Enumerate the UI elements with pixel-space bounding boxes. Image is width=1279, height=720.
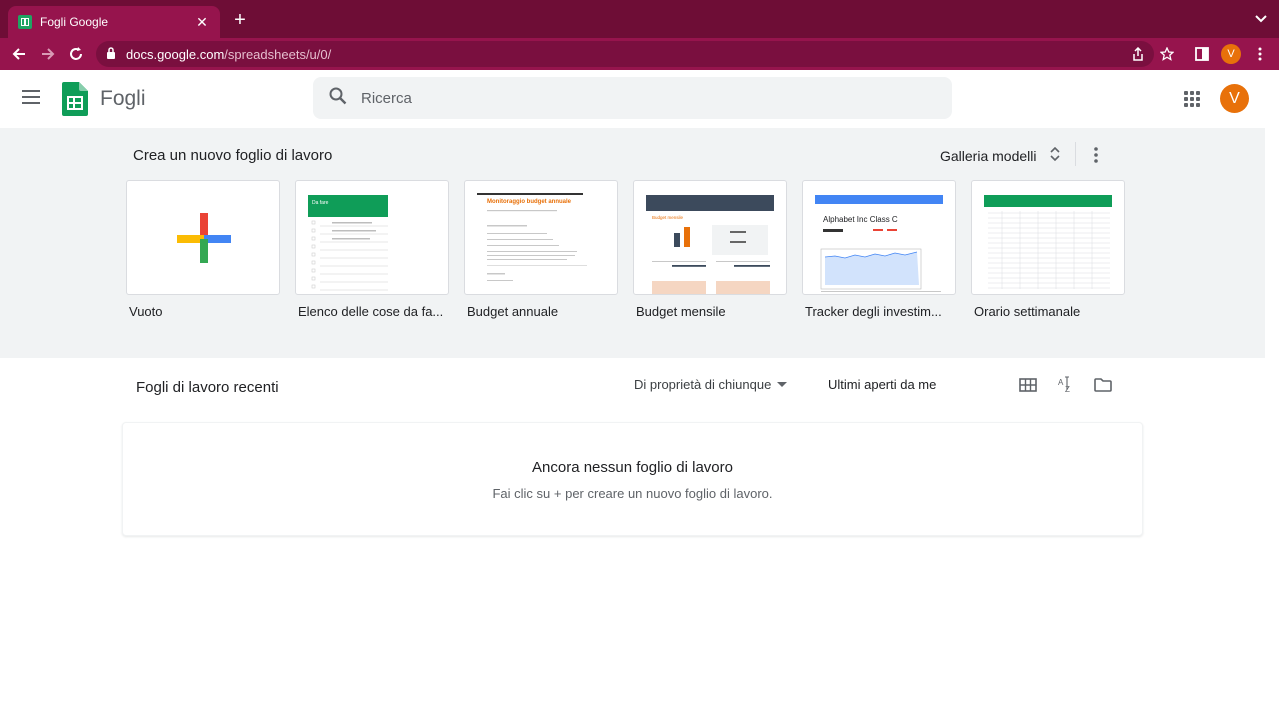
template-thumbnail[interactable]: Monitoraggio budget annuale <box>464 180 618 295</box>
template-thumbnail[interactable]: Alphabet Inc Class C <box>802 180 956 295</box>
template-blank[interactable]: Vuoto <box>126 180 280 319</box>
browser-toolbar: docs.google.com/spreadsheets/u/0/ V <box>0 38 1279 70</box>
search-input[interactable] <box>361 89 921 107</box>
recent-section-title: Fogli di lavoro recenti <box>136 379 279 396</box>
template-todo-list[interactable]: Da fare Elenco delle cose da fa... <box>295 180 449 319</box>
template-label: Vuoto <box>129 304 163 319</box>
owner-filter-dropdown[interactable]: Di proprietà di chiunque <box>634 377 788 392</box>
sheets-favicon-icon <box>18 15 32 29</box>
stock-chart-icon <box>820 229 941 292</box>
plus-icon <box>177 213 231 263</box>
new-tab-button[interactable]: + <box>230 10 250 30</box>
document-lines-icon <box>487 210 587 281</box>
profile-avatar: V <box>1221 44 1241 64</box>
folder-icon[interactable] <box>1093 375 1113 395</box>
empty-state-subtitle: Fai clic su + per creare un nuovo foglio… <box>492 486 773 501</box>
browser-menu-icon[interactable] <box>1250 44 1270 64</box>
template-thumbnail[interactable] <box>126 180 280 295</box>
template-label: Tracker degli investim... <box>805 304 942 319</box>
template-label: Orario settimanale <box>974 304 1081 319</box>
template-list: Vuoto Da fare Elenco delle cose da fa... <box>126 180 1140 319</box>
tab-search-icon[interactable] <box>1255 12 1267 26</box>
template-thumbnail[interactable]: Da fare <box>295 180 449 295</box>
template-annual-budget[interactable]: Monitoraggio budget annuale Budget annua… <box>464 180 618 319</box>
template-weekly-schedule[interactable]: Orario settimanale <box>971 180 1125 319</box>
url-domain: docs.google.com <box>126 46 225 62</box>
template-gallery: Crea un nuovo foglio di lavoro Galleria … <box>0 128 1265 358</box>
template-gallery-label: Galleria modelli <box>940 147 1037 164</box>
tab-close-icon[interactable]: ✕ <box>194 14 210 31</box>
todo-rows-icon <box>311 220 388 291</box>
reload-icon[interactable] <box>66 44 86 64</box>
sort-dropdown[interactable]: Ultimi aperti da me <box>828 377 936 392</box>
template-investment-tracker[interactable]: Alphabet Inc Class C Tracker degli inves… <box>802 180 956 319</box>
grid-view-icon[interactable] <box>1018 375 1038 395</box>
template-label: Budget annuale <box>467 304 559 319</box>
owner-filter-label: Di proprietà di chiunque <box>634 377 772 392</box>
budget-chart-icon <box>652 225 770 294</box>
account-avatar[interactable]: V <box>1220 84 1249 113</box>
unfold-icon <box>1050 146 1061 164</box>
template-monthly-budget[interactable]: Budget mensile Budget mensile <box>633 180 787 319</box>
profile-button[interactable]: V <box>1221 44 1241 64</box>
side-panel-icon[interactable] <box>1192 44 1212 64</box>
empty-state-title: Ancora nessun foglio di lavoro <box>532 459 733 476</box>
forward-arrow-icon[interactable] <box>38 44 58 64</box>
app-name[interactable]: Fogli <box>100 87 146 111</box>
template-label: Elenco delle cose da fa... <box>298 304 444 319</box>
gallery-title: Crea un nuovo foglio di lavoro <box>133 147 333 164</box>
template-label: Budget mensile <box>636 304 726 319</box>
dropdown-caret-icon <box>777 382 788 387</box>
url-path: /spreadsheets/u/0/ <box>224 46 332 62</box>
tab-title: Fogli Google <box>40 15 109 29</box>
template-gallery-button[interactable]: Galleria modelli <box>940 146 1061 164</box>
sort-az-icon[interactable]: AZ <box>1056 375 1076 395</box>
browser-tab-active[interactable]: Fogli Google ✕ <box>8 6 220 38</box>
browser-tabstrip: Fogli Google ✕ + <box>0 0 1279 38</box>
search-bar[interactable] <box>313 77 952 119</box>
main-menu-icon[interactable] <box>22 90 40 104</box>
svg-text:A: A <box>1058 378 1064 387</box>
back-arrow-icon[interactable] <box>9 44 29 64</box>
google-apps-icon[interactable] <box>1184 91 1200 107</box>
lock-icon[interactable] <box>106 46 116 62</box>
share-icon[interactable] <box>1128 44 1148 64</box>
app-header: Fogli V <box>0 70 1279 128</box>
divider <box>1075 142 1076 166</box>
more-options-icon[interactable] <box>1088 145 1104 165</box>
template-thumbnail[interactable]: Budget mensile <box>633 180 787 295</box>
sheets-logo-icon[interactable] <box>62 82 88 116</box>
search-icon[interactable] <box>329 87 347 110</box>
template-thumbnail[interactable] <box>971 180 1125 295</box>
address-bar[interactable]: docs.google.com/spreadsheets/u/0/ <box>96 41 1154 67</box>
empty-state-card: Ancora nessun foglio di lavoro Fai clic … <box>122 422 1143 536</box>
bookmark-star-icon[interactable] <box>1157 44 1177 64</box>
schedule-grid-icon <box>988 211 1110 289</box>
